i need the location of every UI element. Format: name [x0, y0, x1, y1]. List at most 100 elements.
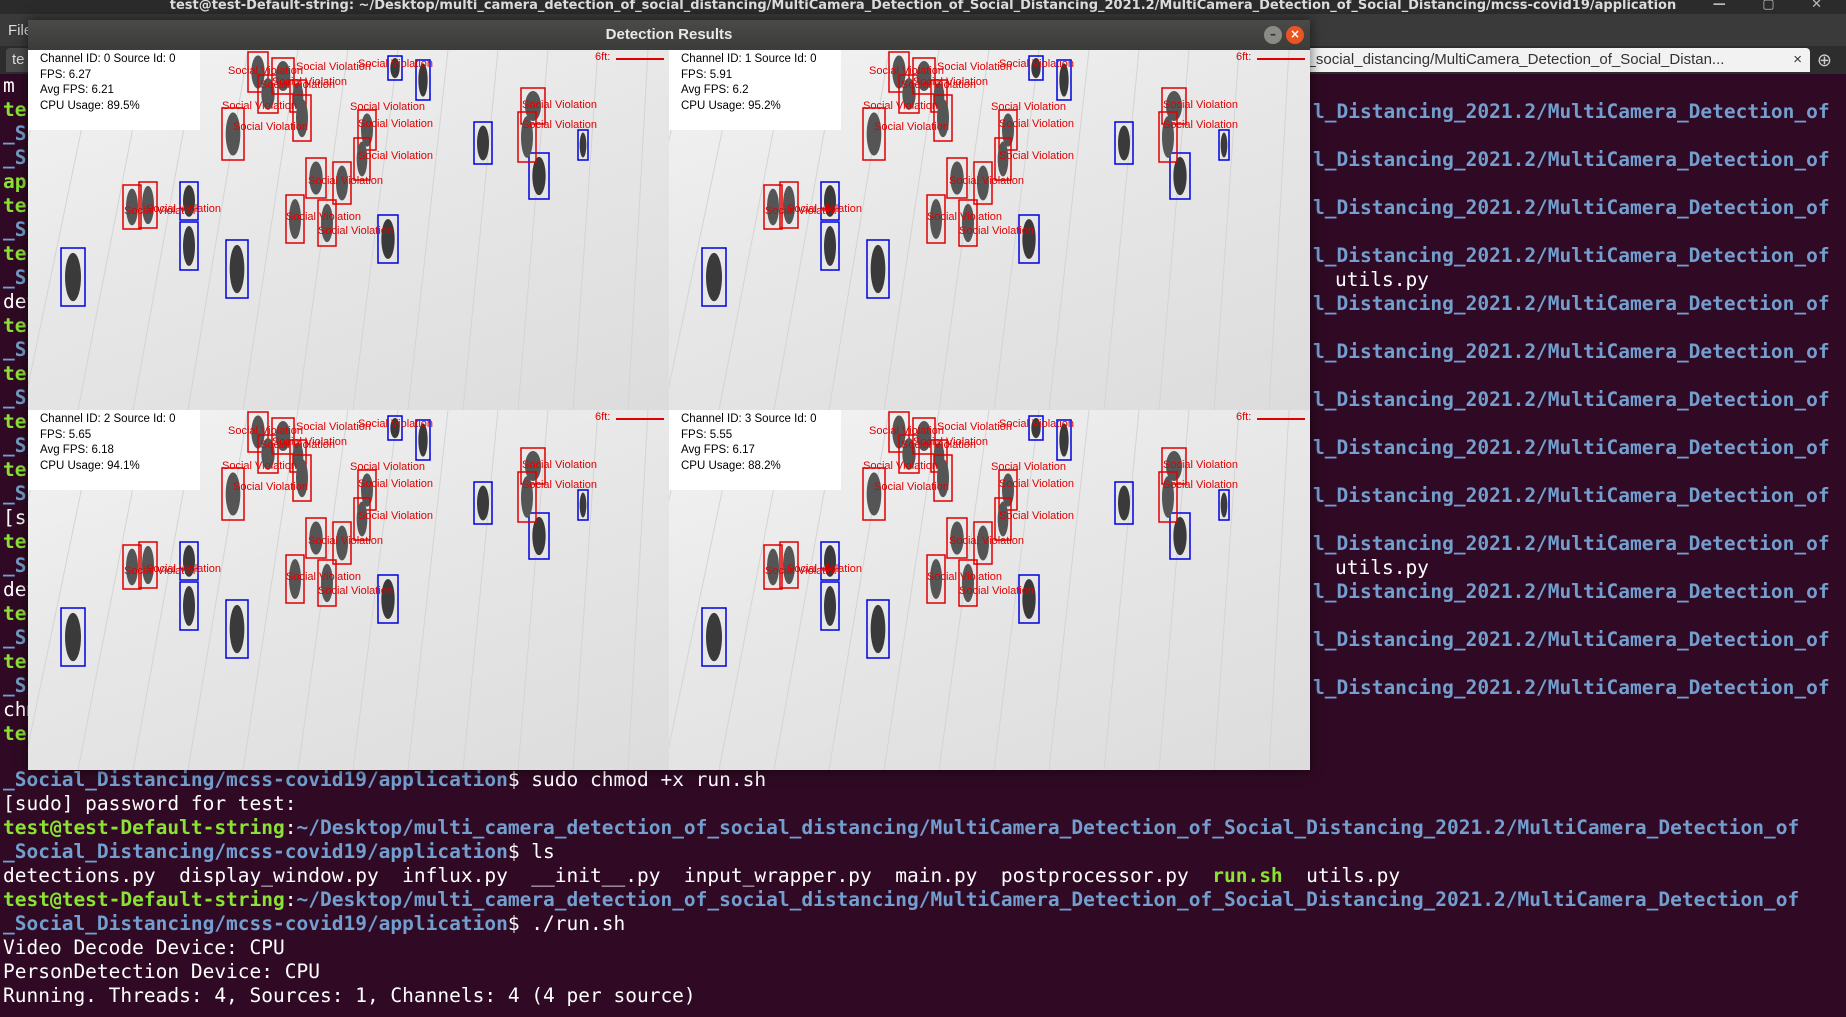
violation-label: Social Violation — [959, 585, 1034, 597]
minimize-button[interactable]: – — [1264, 26, 1282, 44]
violation-label: Social Violation — [787, 563, 862, 575]
os-window-controls[interactable]: — ▢ ✕ — [1713, 0, 1838, 11]
six-ft-label: 6ft: — [1236, 51, 1252, 63]
terminal-left-fragment: te — [3, 98, 27, 121]
cpu-usage-label: CPU Usage: 94.1% — [40, 459, 140, 472]
floor-texture-line — [627, 410, 649, 770]
violation-label: Social Violation — [1163, 99, 1238, 111]
person-silhouette — [1118, 125, 1130, 161]
person-silhouette — [870, 604, 886, 654]
violation-label: Social Violation — [991, 101, 1066, 113]
os-window-title: test@test-Default-string: ~/Desktop/mult… — [0, 0, 1846, 14]
person-silhouette — [1220, 492, 1228, 518]
cpu-usage-label: CPU Usage: 95.2% — [681, 99, 781, 112]
person-silhouette — [1118, 485, 1130, 521]
violation-label: Social Violation — [308, 175, 383, 187]
violation-label: Social Violation — [260, 439, 335, 451]
terminal-left-fragment: _S — [3, 218, 27, 241]
terminal-left-fragment: te — [3, 602, 27, 625]
person-silhouette — [870, 244, 886, 294]
close-button[interactable]: × — [1286, 26, 1304, 44]
floor-texture-line — [462, 50, 499, 410]
terminal-left-fragment: te — [3, 410, 27, 433]
person-silhouette — [225, 112, 241, 156]
channel-stats-panel: Channel ID: 2 Source Id: 0 FPS: 5.65 Avg F… — [28, 410, 200, 490]
person-silhouette — [183, 226, 195, 266]
camera-feed-2: Social Violation Social Violation Social V… — [28, 410, 669, 770]
fps-label: FPS: 5.91 — [681, 68, 733, 81]
detection-results-window[interactable]: Detection Results – × Social Violation So… — [28, 20, 1310, 770]
detection-window-titlebar[interactable]: Detection Results – × — [28, 20, 1310, 50]
detection-window-title: Detection Results — [605, 26, 733, 43]
person-silhouette — [229, 604, 245, 654]
channel-stats-panel: Channel ID: 0 Source Id: 0 FPS: 6.27 Avg F… — [28, 50, 200, 130]
terminal-line-ls: _Social_Distancing/mcss-covid19/applicat… — [3, 840, 555, 863]
violation-label: Social Violation — [874, 481, 949, 493]
six-ft-label: 6ft: — [595, 411, 611, 423]
violation-label: Social Violation — [146, 563, 221, 575]
violation-label: Social Violation — [308, 535, 383, 547]
six-ft-label: 6ft: — [1236, 411, 1252, 423]
tab-close-icon[interactable]: × — [1793, 48, 1802, 72]
floor-texture-line — [627, 50, 649, 410]
person-silhouette — [225, 472, 241, 516]
floor-texture-line — [1103, 410, 1140, 770]
avg-fps-label: Avg FPS: 6.17 — [681, 444, 755, 456]
new-tab-icon[interactable]: ⊕ — [1817, 50, 1832, 71]
violation-label: Social Violation — [863, 100, 938, 112]
violation-label: Social Violation — [260, 79, 335, 91]
person-silhouette — [824, 586, 836, 626]
violation-label: Social Violation — [901, 439, 976, 451]
violation-label: Social Violation — [358, 58, 433, 70]
violation-label: Social Violation — [358, 418, 433, 430]
violation-label: Social Violation — [901, 79, 976, 91]
channel-id-label: Channel ID: 2 Source Id: 0 — [40, 413, 176, 425]
terminal-line-prompt-1: test@test-Default-string:~/Desktop/multi… — [3, 816, 1800, 839]
violation-label: Social Violation — [522, 99, 597, 111]
person-silhouette — [579, 132, 587, 158]
violation-label: Social Violation — [522, 119, 597, 131]
terminal-left-fragment: _S — [3, 554, 27, 577]
violation-label: Social Violation — [233, 481, 308, 493]
terminal-path-fragment: l_Distancing_2021.2/MultiCamera_Detectio… — [1313, 628, 1830, 651]
violation-label: Social Violation — [222, 460, 297, 472]
terminal-left-fragment: _S — [3, 386, 27, 409]
channel-id-label: Channel ID: 3 Source Id: 0 — [681, 413, 817, 425]
terminal-line-prompt-2: test@test-Default-string:~/Desktop/multi… — [3, 888, 1800, 911]
terminal-left-fragment: m — [3, 74, 15, 97]
violation-label: Social Violation — [999, 510, 1074, 522]
terminal-left-fragment: _S — [3, 146, 27, 169]
fps-label: FPS: 5.65 — [40, 428, 92, 441]
terminal-tab-2[interactable]: on_of_social_distancing/MultiCamera_Dete… — [1262, 48, 1810, 72]
person-silhouette — [183, 586, 195, 626]
violation-label: Social Violation — [286, 211, 361, 223]
violation-label: Social Violation — [999, 150, 1074, 162]
violation-label: Social Violation — [1163, 479, 1238, 491]
person-silhouette — [824, 226, 836, 266]
terminal-left-fragment: te — [3, 362, 27, 385]
person-silhouette — [477, 485, 489, 521]
violation-label: Social Violation — [959, 225, 1034, 237]
violation-label: Social Violation — [999, 478, 1074, 490]
terminal-path-fragment: l_Distancing_2021.2/MultiCamera_Detectio… — [1313, 484, 1830, 507]
terminal-path-fragment: l_Distancing_2021.2/MultiCamera_Detectio… — [1313, 532, 1830, 555]
channel-stats-panel: Channel ID: 1 Source Id: 0 FPS: 5.91 Avg F… — [669, 50, 841, 130]
terminal-left-fragment: _S — [3, 674, 27, 697]
terminal-left-fragment: [s — [3, 506, 27, 529]
channel-stats-panel: Channel ID: 3 Source Id: 0 FPS: 5.55 Avg F… — [669, 410, 841, 490]
terminal-left-fragment: _S — [3, 482, 27, 505]
violation-label: Social Violation — [999, 118, 1074, 130]
terminal-left-fragment: te — [3, 530, 27, 553]
violation-label: Social Violation — [1163, 119, 1238, 131]
violation-label: Social Violation — [991, 461, 1066, 473]
violation-label: Social Violation — [318, 585, 393, 597]
violation-label: Social Violation — [522, 459, 597, 471]
violation-label: Social Violation — [146, 203, 221, 215]
terminal-left-fragment: _S — [3, 434, 27, 457]
violation-label: Social Violation — [222, 100, 297, 112]
person-silhouette — [866, 112, 882, 156]
violation-label: Social Violation — [927, 571, 1002, 583]
person-silhouette — [477, 125, 489, 161]
violation-label: Social Violation — [233, 121, 308, 133]
terminal-path-fragment: l_Distancing_2021.2/MultiCamera_Detectio… — [1313, 676, 1830, 699]
